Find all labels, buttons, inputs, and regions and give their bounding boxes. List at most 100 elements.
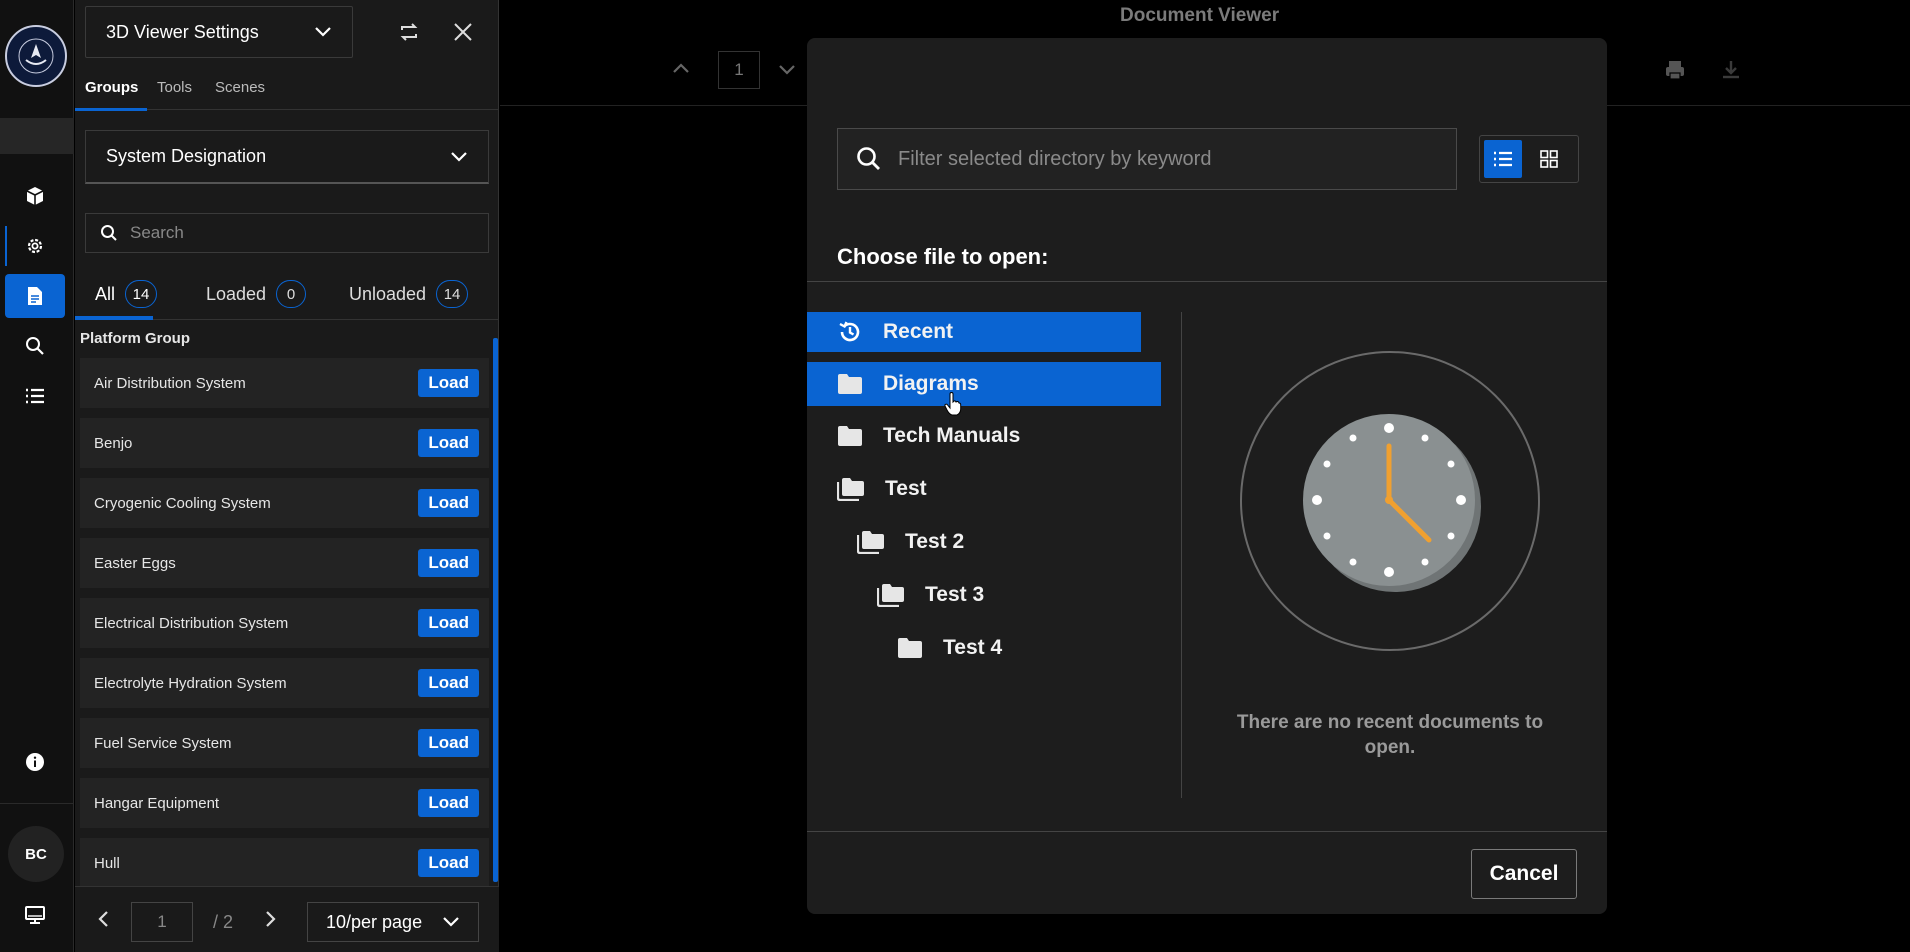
filter-all-count: 14 — [125, 280, 158, 308]
document-icon — [26, 286, 44, 306]
list-item: Benjo Load — [80, 418, 489, 468]
load-button[interactable]: Load — [418, 669, 479, 697]
folders-icon — [837, 477, 865, 501]
tree-item-label: Tech Manuals — [883, 424, 1021, 447]
list-icon — [1493, 150, 1513, 168]
close-icon — [452, 21, 474, 43]
load-button[interactable]: Load — [418, 849, 479, 877]
rail-separator — [0, 118, 74, 154]
group-title: Platform Group — [80, 330, 191, 347]
list-item: Electrolyte Hydration System Load — [80, 658, 489, 708]
tree-item-test-2[interactable]: Test 2 — [857, 522, 964, 562]
directory-filter-input[interactable]: Filter selected directory by keyword — [837, 128, 1457, 190]
load-button[interactable]: Load — [418, 609, 479, 637]
tree-item-label: Test 2 — [905, 530, 965, 553]
empty-state-message: There are no recent documents to open. — [1236, 712, 1544, 758]
download-button[interactable] — [1720, 59, 1742, 81]
load-button[interactable]: Load — [418, 789, 479, 817]
info-icon — [25, 752, 45, 772]
list-scrollbar[interactable] — [493, 338, 498, 882]
tree-item-label: Recent — [883, 320, 954, 343]
refresh-button[interactable] — [389, 12, 429, 52]
cancel-button[interactable]: Cancel — [1471, 849, 1577, 899]
folder-icon — [897, 637, 923, 659]
history-icon — [837, 319, 863, 345]
tree-item-test-3[interactable]: Test 3 — [877, 575, 984, 615]
tree-item-test-4[interactable]: Test 4 — [897, 628, 1002, 668]
tree-item-test[interactable]: Test — [837, 469, 927, 509]
avatar[interactable]: BC — [8, 826, 64, 882]
chevron-down-icon — [450, 151, 468, 163]
group-by-label: System Designation — [106, 146, 267, 166]
hand-cursor-icon — [944, 392, 962, 416]
tree-item-diagrams[interactable]: Diagrams — [807, 362, 1161, 406]
item-name: Hangar Equipment — [94, 794, 220, 812]
list-view-button[interactable] — [1484, 140, 1522, 178]
refresh-icon — [398, 21, 420, 43]
grid-icon — [1540, 150, 1558, 168]
tree-item-label: Test 4 — [943, 636, 1003, 659]
chevron-down-icon — [778, 64, 796, 76]
load-button[interactable]: Load — [418, 369, 479, 397]
column-divider — [1181, 312, 1182, 798]
search-icon — [100, 224, 118, 242]
list-item: Fuel Service System Load — [80, 718, 489, 768]
tree-item-tech-manuals[interactable]: Tech Manuals — [837, 416, 1020, 456]
per-page-select[interactable]: 10/per page — [307, 902, 479, 942]
cube-icon — [25, 186, 45, 206]
settings-button[interactable] — [5, 224, 65, 268]
tree-item-recent[interactable]: Recent — [807, 312, 1141, 352]
tab-scenes[interactable]: Scenes — [215, 79, 265, 96]
chevron-left-icon — [97, 910, 109, 928]
print-button[interactable] — [1664, 59, 1686, 81]
rail-divider — [0, 803, 74, 804]
viewer-next-page-button[interactable] — [778, 64, 796, 76]
viewer-title: Document Viewer — [1120, 5, 1280, 26]
load-button[interactable]: Load — [418, 729, 479, 757]
cube-button[interactable] — [5, 174, 65, 218]
item-name: Cryogenic Cooling System — [94, 494, 271, 512]
search-button[interactable] — [5, 324, 65, 368]
viewer-page-input[interactable]: 1 — [718, 51, 760, 89]
viewer-prev-page-button[interactable] — [672, 62, 690, 74]
prev-page-button[interactable] — [97, 910, 109, 928]
load-button[interactable]: Load — [418, 429, 479, 457]
chevron-down-icon — [314, 26, 332, 38]
grid-view-button[interactable] — [1530, 140, 1568, 178]
monitor-icon — [24, 905, 46, 925]
load-button[interactable]: Load — [418, 549, 479, 577]
list-item: Cryogenic Cooling System Load — [80, 478, 489, 528]
pagination: 1 / 2 10/per page — [75, 886, 499, 952]
view-mode-toggle — [1479, 135, 1579, 183]
filter-unloaded-count: 14 — [436, 280, 469, 308]
next-page-button[interactable] — [265, 910, 277, 928]
left-rail: BC — [0, 0, 74, 952]
group-search-input[interactable]: Search — [85, 213, 489, 253]
modal-footer-divider — [807, 831, 1607, 832]
app-logo[interactable] — [5, 25, 67, 87]
info-button[interactable] — [5, 740, 65, 784]
page-number-input[interactable]: 1 — [131, 902, 193, 942]
list-button[interactable] — [5, 374, 65, 418]
filter-all[interactable]: All 14 — [95, 270, 158, 318]
load-button[interactable]: Load — [418, 489, 479, 517]
clock-icon — [1301, 412, 1481, 592]
filter-loaded[interactable]: Loaded 0 — [206, 270, 307, 318]
documents-button[interactable] — [5, 274, 65, 318]
tree-item-label: Test — [885, 477, 927, 500]
search-placeholder: Search — [130, 223, 184, 242]
tree-item-label: Test 3 — [925, 583, 985, 606]
close-panel-button[interactable] — [443, 12, 483, 52]
group-list: Air Distribution System Load Benjo Load Cr… — [80, 358, 489, 898]
group-by-dropdown[interactable]: System Designation — [85, 130, 489, 184]
tab-tools[interactable]: Tools — [157, 79, 192, 96]
tab-groups[interactable]: Groups — [85, 79, 138, 96]
folders-icon — [877, 583, 905, 607]
filter-unloaded[interactable]: Unloaded 14 — [349, 270, 469, 318]
filter-all-label: All — [95, 283, 116, 304]
viewer-settings-panel: 3D Viewer Settings Groups Tools Scenes S… — [75, 0, 499, 952]
settings-dropdown[interactable]: 3D Viewer Settings — [85, 6, 353, 58]
item-name: Air Distribution System — [94, 374, 246, 392]
list-item: Electrical Distribution System Load — [80, 598, 489, 648]
monitor-button[interactable] — [5, 893, 65, 937]
